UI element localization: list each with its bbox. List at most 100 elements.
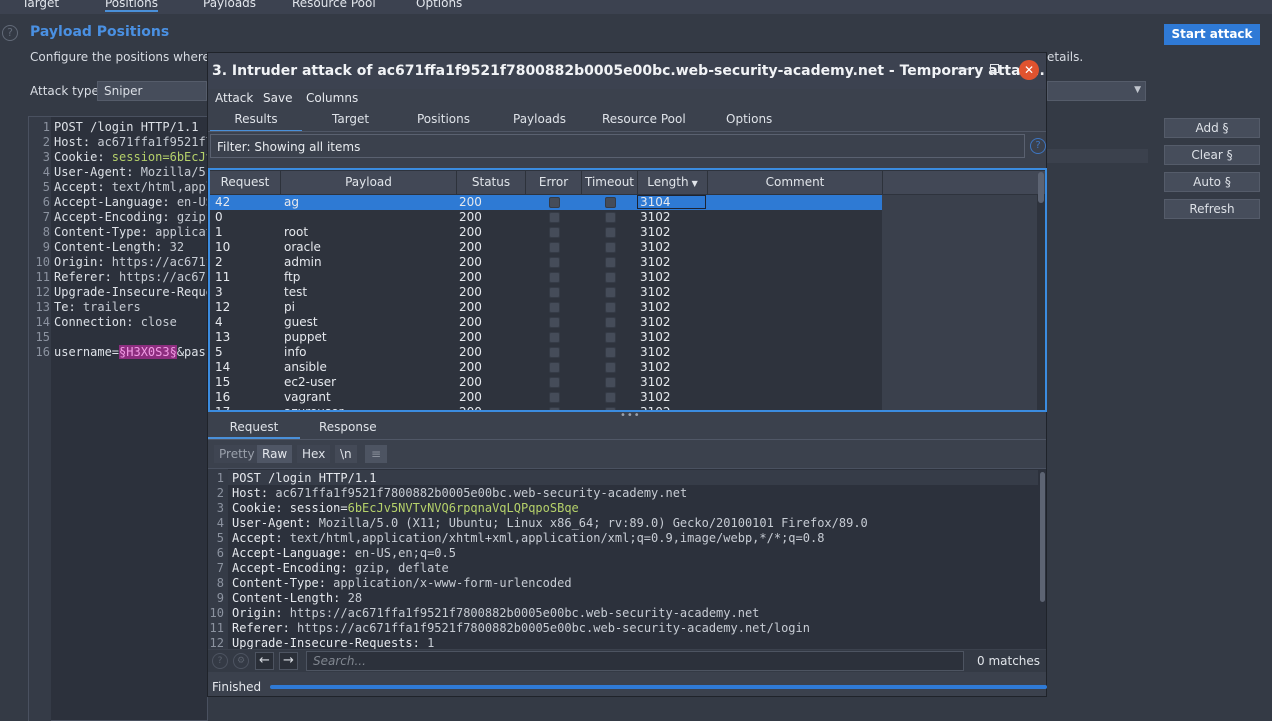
timeout-checkbox — [605, 212, 616, 223]
editor-line: Content-Type: applicat — [54, 225, 213, 239]
main-tab-positions[interactable]: Positions — [105, 0, 158, 12]
start-attack-button[interactable]: Start attack — [1164, 24, 1260, 45]
tab-target[interactable]: Target — [332, 112, 369, 126]
cell-payload: info — [284, 345, 307, 359]
table-row[interactable]: 16 vagrant 200 3102 — [210, 390, 882, 405]
col-length[interactable]: Length ▼ — [638, 171, 708, 194]
menu-icon[interactable]: ≡ — [365, 445, 387, 463]
tab-resource-pool[interactable]: Resource Pool — [602, 112, 686, 126]
line-value: Mozilla/5.0 (X11; Ubuntu; Linux x86_64; … — [318, 516, 868, 530]
table-row[interactable]: 42 ag 200 3104 — [210, 195, 882, 210]
timeout-checkbox — [605, 317, 616, 328]
line-key: Referer: — [232, 621, 298, 635]
tab-options[interactable]: Options — [726, 112, 772, 126]
attack-status: Finished — [212, 680, 262, 694]
table-row[interactable]: 5 info 200 3102 — [210, 345, 882, 360]
tab-request[interactable]: Request — [208, 420, 300, 439]
main-tab-options[interactable]: Options — [416, 0, 462, 10]
table-row[interactable]: 15 ec2-user 200 3102 — [210, 375, 882, 390]
cell-payload: ansible — [284, 360, 327, 374]
cell-length: 3102 — [640, 375, 671, 389]
table-row[interactable]: 12 pi 200 3102 — [210, 300, 882, 315]
help-icon[interactable]: ? — [2, 25, 18, 41]
table-row[interactable]: 13 puppet 200 3102 — [210, 330, 882, 345]
search-input[interactable]: Search... — [306, 651, 964, 671]
show-newlines-button[interactable]: \n — [335, 445, 357, 463]
table-row[interactable]: 1 root 200 3102 — [210, 225, 882, 240]
timeout-checkbox — [605, 347, 616, 358]
editor-line: Te: trailers — [54, 300, 141, 314]
table-row[interactable]: 0 200 3102 — [210, 210, 882, 225]
line-key: Accept-Encoding: — [54, 210, 177, 224]
menu-columns[interactable]: Columns — [306, 91, 358, 105]
line-value: 32 — [169, 240, 185, 254]
table-row[interactable]: 4 guest 200 3102 — [210, 315, 882, 330]
table-body: 42 ag 200 3104 0 200 3102 1 root 200 3102 10 oracle 2… — [210, 195, 882, 410]
table-row[interactable]: 10 oracle 200 3102 — [210, 240, 882, 255]
settings-icon[interactable]: ⚙ — [233, 653, 249, 669]
filter-bar[interactable]: Filter: Showing all items — [210, 134, 1025, 158]
line-value: session=6bEcJv — [111, 150, 213, 164]
refresh-button[interactable]: Refresh — [1164, 199, 1260, 219]
filter-help-icon[interactable]: ? — [1030, 138, 1046, 154]
col-status[interactable]: Status — [457, 171, 526, 194]
table-row[interactable]: 3 test 200 3102 — [210, 285, 882, 300]
table-scrollbar[interactable] — [1038, 172, 1044, 203]
tab-positions[interactable]: Positions — [417, 112, 470, 126]
title-bar[interactable]: 3. Intruder attack of ac671ffa1f9521f780… — [208, 53, 1046, 89]
attack-type-dropdown[interactable]: ▼ — [1047, 81, 1146, 101]
add-marker-button[interactable]: Add § — [1164, 118, 1260, 138]
next-match-icon[interactable]: → — [279, 652, 298, 670]
view-pretty-button[interactable]: Pretty — [214, 445, 260, 463]
help-icon[interactable]: ? — [212, 653, 228, 669]
editor-line: Host: ac671ffa1f9521f7 — [54, 135, 213, 149]
main-tab-target[interactable]: Target — [22, 0, 59, 10]
payload-position-marker[interactable]: §H3X0S3§ — [119, 345, 177, 359]
tab-payloads[interactable]: Payloads — [513, 112, 566, 126]
col-error[interactable]: Error — [526, 171, 582, 194]
view-hex-button[interactable]: Hex — [297, 445, 331, 463]
line-value: ac671ffa1f9521f7800882b0005e00bc.web-sec… — [275, 486, 688, 500]
cell-request: 11 — [215, 270, 231, 284]
col-timeout[interactable]: Timeout — [582, 171, 638, 194]
cell-length: 3102 — [640, 330, 671, 344]
line-number: 9 — [216, 591, 224, 605]
col-payload[interactable]: Payload — [281, 171, 457, 194]
main-tab-payloads[interactable]: Payloads — [203, 0, 256, 10]
editor-line: Accept-Encoding: gzip, — [54, 210, 213, 224]
main-tab-resource-pool[interactable]: Resource Pool — [292, 0, 376, 10]
table-row[interactable]: 17 azureuser 200 3102 — [210, 405, 882, 410]
clear-markers-button[interactable]: Clear § — [1164, 145, 1260, 165]
cell-status: 200 — [459, 360, 482, 374]
col-request[interactable]: Request — [210, 171, 281, 194]
request-editor[interactable]: 1 POST /login HTTP/1.1 2 Host: ac671ffa1f95… — [208, 468, 1046, 649]
view-raw-button[interactable]: Raw — [257, 445, 293, 463]
editor-line: Content-Length: 28 — [232, 591, 362, 605]
timeout-checkbox — [605, 227, 616, 238]
table-row[interactable]: 2 admin 200 3102 — [210, 255, 882, 270]
tab-results[interactable]: Results — [210, 112, 302, 132]
line-value: text/html,appl — [111, 180, 213, 194]
close-icon[interactable]: ✕ — [1019, 60, 1039, 80]
line-number: 15 — [35, 330, 50, 344]
cell-length: 3102 — [640, 270, 671, 284]
line-key: Content-Length: — [54, 240, 170, 254]
menu-attack[interactable]: Attack — [215, 91, 253, 105]
timeout-checkbox — [605, 407, 616, 410]
error-checkbox — [549, 227, 560, 238]
line-key: POST /login HTTP/1.1 — [54, 120, 199, 134]
maximize-icon[interactable] — [990, 64, 999, 73]
table-row[interactable]: 14 ansible 200 3102 — [210, 360, 882, 375]
attack-type-select[interactable]: Sniper — [97, 81, 207, 101]
timeout-checkbox — [605, 242, 616, 253]
prev-match-icon[interactable]: ← — [255, 652, 274, 670]
editor-line: User-Agent: Mozilla/5. — [54, 165, 213, 179]
tab-response[interactable]: Response — [319, 420, 377, 434]
col-comment[interactable]: Comment — [708, 171, 883, 194]
menu-save[interactable]: Save — [263, 91, 292, 105]
table-row[interactable]: 11 ftp 200 3102 — [210, 270, 882, 285]
pane-splitter[interactable]: ••• — [620, 410, 641, 421]
auto-marker-button[interactable]: Auto § — [1164, 172, 1260, 192]
minimize-icon[interactable]: — — [956, 61, 970, 77]
request-editor-scrollbar[interactable] — [1040, 472, 1045, 602]
